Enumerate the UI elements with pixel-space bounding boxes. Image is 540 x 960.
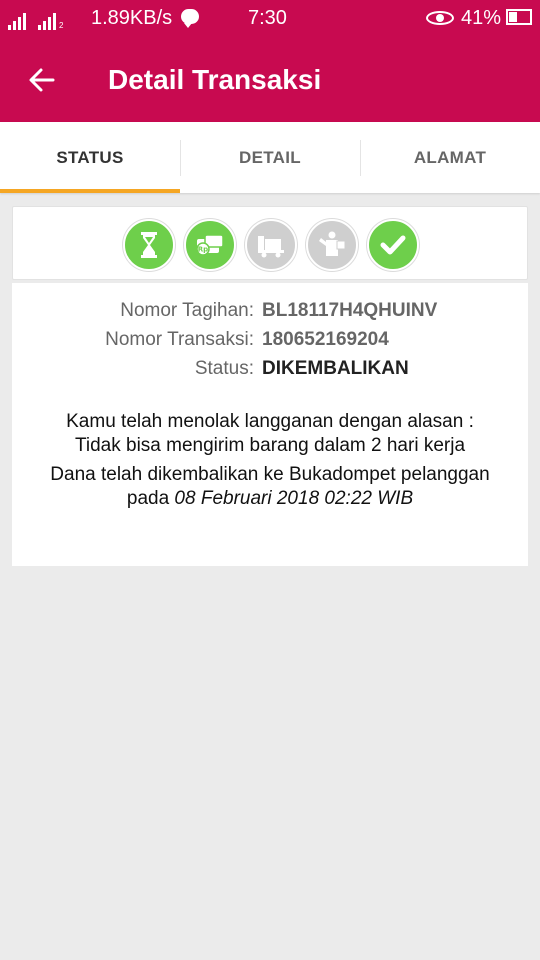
refund-date: 08 Februari 2018 02:22 WIB	[174, 488, 414, 509]
invoice-row: Nomor Tagihan: BL18117H4QHUINV	[12, 298, 528, 324]
hourglass-icon	[141, 232, 157, 258]
invoice-number: BL18117H4QHUINV	[262, 300, 438, 321]
checkmark-icon	[380, 235, 406, 255]
rejection-reason: Tidak bisa mengirim barang dalam 2 hari …	[74, 435, 466, 456]
active-tab-indicator	[0, 189, 180, 193]
battery-icon	[506, 9, 532, 25]
transaction-info-card: Nomor Tagihan: BL18117H4QHUINV Nomor Tra…	[12, 283, 528, 566]
signal-indicators: 2	[8, 8, 63, 30]
svg-text:Rp: Rp	[198, 246, 208, 254]
battery-percent: 41%	[461, 7, 502, 29]
invoice-label: Nomor Tagihan:	[120, 300, 254, 321]
rp-payment-icon: Rp	[196, 234, 224, 256]
refund-message: Dana telah dikembalikan ke Bukadompet pe…	[50, 464, 490, 485]
step-hourglass	[123, 219, 175, 271]
clock: 7:30	[248, 7, 287, 29]
step-courier	[306, 219, 358, 271]
tab-alamat[interactable]: ALAMAT	[360, 122, 540, 193]
app-bar: Detail Transaksi	[0, 38, 540, 122]
network-speed: 1.89KB/s	[91, 7, 173, 29]
transaction-number: 180652169204	[262, 329, 389, 350]
step-delivery	[245, 219, 297, 271]
arrow-left-icon[interactable]	[28, 66, 56, 94]
transaction-row: Nomor Transaksi: 180652169204	[12, 327, 528, 353]
delivery-truck-icon	[258, 236, 284, 258]
chat-icon	[181, 9, 199, 28]
page-title: Detail Transaksi	[108, 64, 322, 95]
eye-icon	[426, 11, 454, 25]
status-label: Status:	[194, 358, 254, 379]
refund-date-prefix: pada	[126, 488, 175, 509]
progress-steps: Rp	[12, 206, 528, 280]
status-row: Status: DIKEMBALIKAN	[12, 356, 528, 382]
step-payment: Rp	[184, 219, 236, 271]
courier-icon	[319, 231, 346, 256]
hplus-signal-icon: 2	[38, 10, 63, 30]
tab-detail[interactable]: DETAIL	[180, 122, 360, 193]
step-complete	[367, 219, 419, 271]
sim2-tag: 2	[59, 21, 64, 30]
rejection-message-line-1: Kamu telah menolak langganan dengan alas…	[66, 411, 474, 432]
tab-bar: STATUS DETAIL ALAMAT	[0, 122, 540, 193]
tab-status[interactable]: STATUS	[0, 122, 180, 193]
refund-date-line: pada 08 Februari 2018 02:22 WIB	[12, 487, 528, 511]
transaction-label: Nomor Transaksi:	[105, 329, 254, 350]
signal-icon	[8, 10, 26, 30]
status-value: DIKEMBALIKAN	[262, 358, 409, 379]
status-bar: 2 1.89KB/s 7:30 41%	[0, 0, 540, 38]
